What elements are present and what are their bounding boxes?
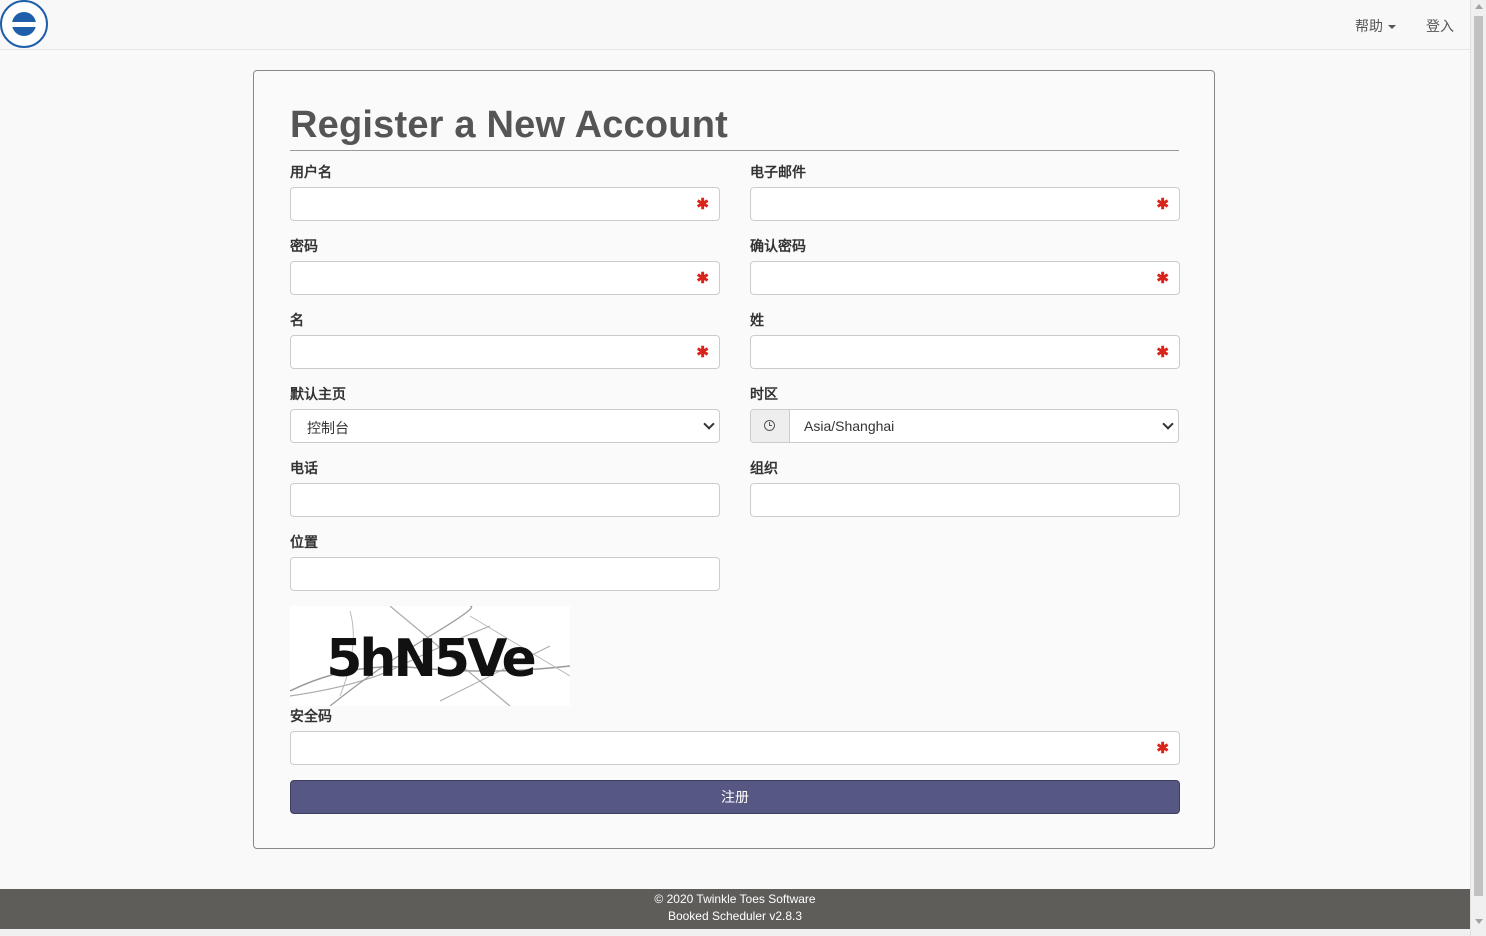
required-icon: ✱ xyxy=(1156,196,1169,213)
nav-menu: 帮助 登入 xyxy=(1355,16,1454,36)
position-field[interactable] xyxy=(290,557,720,591)
title-divider xyxy=(290,150,1179,151)
security-code-field[interactable]: ✱ xyxy=(290,731,1180,765)
login-link-label: 登入 xyxy=(1426,18,1454,34)
password-label: 密码 xyxy=(290,238,318,254)
password-field[interactable]: ✱ xyxy=(290,261,720,295)
username-group: 用户名 ✱ xyxy=(290,163,720,221)
required-icon: ✱ xyxy=(696,196,709,213)
required-icon: ✱ xyxy=(1156,270,1169,287)
logo-band xyxy=(10,22,38,27)
timezone-addon xyxy=(751,410,790,442)
register-button[interactable]: 注册 xyxy=(290,780,1180,814)
organization-label: 组织 xyxy=(750,460,778,476)
organization-field[interactable] xyxy=(750,483,1180,517)
caret-down-icon xyxy=(1388,25,1396,29)
required-icon: ✱ xyxy=(1156,740,1169,757)
last-name-group: 姓 ✱ xyxy=(750,311,1180,369)
homepage-label: 默认主页 xyxy=(290,386,346,402)
scroll-down-icon[interactable] xyxy=(1475,919,1483,924)
position-label: 位置 xyxy=(290,534,318,550)
footer-version: Booked Scheduler v2.8.3 xyxy=(667,909,803,923)
username-field[interactable]: ✱ xyxy=(290,187,720,221)
required-icon: ✱ xyxy=(696,270,709,287)
security-code-label: 安全码 xyxy=(290,708,332,724)
email-field[interactable]: ✱ xyxy=(750,187,1180,221)
username-label: 用户名 xyxy=(290,164,332,180)
homepage-group: 默认主页 控制台 xyxy=(290,385,720,443)
registration-panel: Register a New Account 用户名 ✱ 电子邮件 ✱ 密码 ✱… xyxy=(253,70,1215,849)
confirm-password-label: 确认密码 xyxy=(750,238,806,254)
security-code-group: 安全码 ✱ xyxy=(290,707,1180,765)
homepage-select[interactable]: 控制台 xyxy=(290,409,720,443)
captcha-image: 5hN5Ve xyxy=(289,605,571,707)
top-navbar: 帮助 登入 xyxy=(0,0,1470,50)
captcha-graphic: 5hN5Ve xyxy=(289,605,571,707)
password-group: 密码 ✱ xyxy=(290,237,720,295)
required-icon: ✱ xyxy=(696,344,709,361)
confirm-password-field[interactable]: ✱ xyxy=(750,261,1180,295)
position-group: 位置 xyxy=(290,533,720,591)
vertical-scrollbar[interactable] xyxy=(1470,0,1486,936)
last-name-label: 姓 xyxy=(750,312,764,328)
first-name-group: 名 ✱ xyxy=(290,311,720,369)
chevron-down-icon xyxy=(1162,418,1174,430)
phone-field[interactable] xyxy=(290,483,720,517)
last-name-field[interactable]: ✱ xyxy=(750,335,1180,369)
homepage-select-value: 控制台 xyxy=(307,420,349,436)
university-logo[interactable] xyxy=(0,0,48,48)
page-footer: © 2020 Twinkle Toes Software Booked Sche… xyxy=(0,889,1470,929)
help-menu[interactable]: 帮助 xyxy=(1355,16,1396,36)
page-title: Register a New Account xyxy=(290,104,728,146)
scrollbar-thumb[interactable] xyxy=(1474,16,1483,896)
timezone-select[interactable]: Asia/Shanghai xyxy=(750,409,1179,443)
login-link[interactable]: 登入 xyxy=(1426,16,1454,36)
timezone-select-value: Asia/Shanghai xyxy=(804,418,895,434)
required-icon: ✱ xyxy=(1156,344,1169,361)
email-label: 电子邮件 xyxy=(750,164,806,180)
phone-label: 电话 xyxy=(290,460,318,476)
scroll-up-icon[interactable] xyxy=(1475,4,1483,9)
captcha-text: 5hN5Ve xyxy=(326,629,534,689)
chevron-down-icon xyxy=(703,418,715,430)
first-name-field[interactable]: ✱ xyxy=(290,335,720,369)
clock-icon xyxy=(764,420,775,431)
phone-group: 电话 xyxy=(290,459,720,517)
email-group: 电子邮件 ✱ xyxy=(750,163,1180,221)
organization-group: 组织 xyxy=(750,459,1180,517)
help-menu-label: 帮助 xyxy=(1355,18,1383,34)
confirm-password-group: 确认密码 ✱ xyxy=(750,237,1180,295)
timezone-label: 时区 xyxy=(750,386,778,402)
footer-copyright: © 2020 Twinkle Toes Software xyxy=(654,892,816,906)
window-bottom-edge xyxy=(0,929,1470,936)
first-name-label: 名 xyxy=(290,312,304,328)
timezone-group: 时区 Asia/Shanghai xyxy=(750,385,1180,443)
